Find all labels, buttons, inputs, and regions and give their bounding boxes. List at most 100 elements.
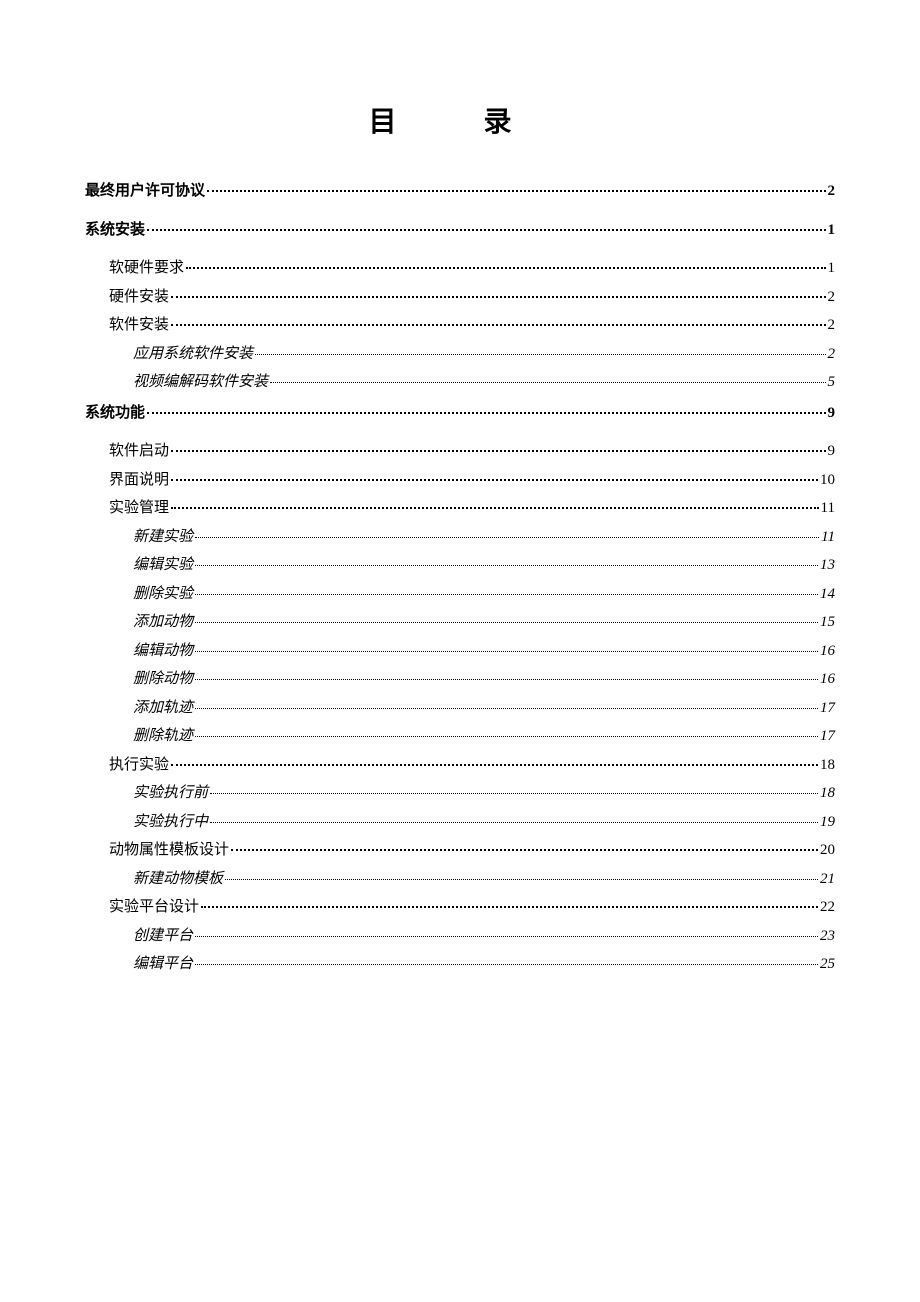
toc-entry: 新建动物模板21 <box>85 868 835 891</box>
toc-leader <box>186 267 825 269</box>
toc-page-number: 5 <box>828 371 836 394</box>
toc-label: 新建实验 <box>133 526 193 549</box>
toc-page-number: 2 <box>828 343 836 366</box>
toc-entry: 最终用户许可协议 2 <box>85 180 835 203</box>
toc-page-number: 18 <box>820 754 835 777</box>
toc-label: 软件启动 <box>109 440 169 463</box>
toc-leader <box>171 296 825 298</box>
toc-entry: 系统功能 9 <box>85 402 835 425</box>
toc-page-number: 2 <box>828 286 836 309</box>
toc-leader <box>210 822 818 823</box>
toc-entry: 添加轨迹 17 <box>85 697 835 720</box>
toc-entry: 视频编解码软件安装 5 <box>85 371 835 394</box>
toc-leader <box>195 964 818 965</box>
toc-leader <box>195 679 818 680</box>
toc-label: 新建动物模板 <box>133 868 223 891</box>
toc-leader <box>201 906 818 908</box>
toc-page-number: 14 <box>820 583 835 606</box>
toc-entry: 软件安装 2 <box>85 314 835 337</box>
toc-entry: 实验执行中 19 <box>85 811 835 834</box>
toc-entry: 实验平台设计22 <box>85 896 835 919</box>
toc-leader <box>195 708 818 709</box>
toc-leader <box>195 651 818 652</box>
toc-leader <box>231 849 818 851</box>
toc-entry: 删除轨迹 17 <box>85 725 835 748</box>
toc-entry: 硬件安装 2 <box>85 286 835 309</box>
toc-entry: 界面说明 10 <box>85 469 835 492</box>
toc-page-number: 25 <box>820 953 835 976</box>
toc-page-number: 20 <box>820 839 835 862</box>
toc-page-number: 19 <box>820 811 835 834</box>
toc-leader <box>147 412 825 414</box>
toc-label: 实验平台设计 <box>109 896 199 919</box>
toc-label: 删除实验 <box>133 583 193 606</box>
toc-page-number: 11 <box>821 497 835 520</box>
toc-page-number: 15 <box>820 611 835 634</box>
toc-label: 软件安装 <box>109 314 169 337</box>
toc-page-number: 11 <box>821 526 835 549</box>
toc-entry: 实验管理 11 <box>85 497 835 520</box>
toc-label: 添加轨迹 <box>133 697 193 720</box>
toc-label: 软硬件要求 <box>109 257 184 280</box>
toc-label: 创建平台 <box>133 925 193 948</box>
toc-page-number: 2 <box>828 180 836 203</box>
toc-leader <box>195 537 819 538</box>
toc-entry: 软件启动 9 <box>85 440 835 463</box>
toc-label: 实验管理 <box>109 497 169 520</box>
toc-label: 视频编解码软件安装 <box>133 371 268 394</box>
toc-label: 删除轨迹 <box>133 725 193 748</box>
toc-entry: 删除实验 14 <box>85 583 835 606</box>
toc-page-number: 16 <box>820 668 835 691</box>
toc-container: 最终用户许可协议 2 系统安装 1 软硬件要求 1 硬件安装 2 软件安装 2 应用系统软件安装 2 视… <box>85 180 835 976</box>
toc-label: 系统安装 <box>85 219 145 242</box>
toc-title: 目 录 <box>85 100 835 140</box>
toc-label: 界面说明 <box>109 469 169 492</box>
toc-page-number: 13 <box>820 554 835 577</box>
toc-label: 执行实验 <box>109 754 169 777</box>
toc-entry: 添加动物 15 <box>85 611 835 634</box>
toc-page-number: 2 <box>828 314 836 337</box>
toc-leader <box>195 594 818 595</box>
toc-entry: 创建平台 23 <box>85 925 835 948</box>
toc-entry: 编辑平台 25 <box>85 953 835 976</box>
toc-label: 系统功能 <box>85 402 145 425</box>
toc-entry: 系统安装 1 <box>85 219 835 242</box>
toc-label: 添加动物 <box>133 611 193 634</box>
toc-label: 应用系统软件安装 <box>133 343 253 366</box>
toc-leader <box>171 764 818 766</box>
toc-entry: 应用系统软件安装 2 <box>85 343 835 366</box>
toc-label: 动物属性模板设计 <box>109 839 229 862</box>
toc-leader <box>195 936 818 937</box>
toc-leader <box>171 479 818 481</box>
toc-leader <box>195 736 818 737</box>
toc-page-number: 9 <box>828 440 836 463</box>
toc-entry: 软硬件要求 1 <box>85 257 835 280</box>
toc-page-number: 9 <box>828 402 836 425</box>
toc-leader <box>195 622 818 623</box>
toc-label: 硬件安装 <box>109 286 169 309</box>
toc-label: 实验执行中 <box>133 811 208 834</box>
toc-leader <box>171 324 825 326</box>
toc-page-number: 1 <box>828 257 836 280</box>
toc-leader <box>210 793 818 794</box>
toc-leader <box>225 879 818 880</box>
toc-page-number: 17 <box>820 725 835 748</box>
toc-label: 编辑动物 <box>133 640 193 663</box>
toc-leader <box>171 450 825 452</box>
toc-page-number: 18 <box>820 782 835 805</box>
toc-label: 最终用户许可协议 <box>85 180 205 203</box>
toc-label: 编辑平台 <box>133 953 193 976</box>
toc-page-number: 17 <box>820 697 835 720</box>
toc-entry: 编辑动物16 <box>85 640 835 663</box>
toc-leader <box>207 190 825 192</box>
toc-entry: 删除动物16 <box>85 668 835 691</box>
toc-label: 实验执行前 <box>133 782 208 805</box>
toc-label: 编辑实验 <box>133 554 193 577</box>
toc-leader <box>270 382 825 383</box>
toc-entry: 实验执行前 18 <box>85 782 835 805</box>
toc-entry: 编辑实验 13 <box>85 554 835 577</box>
toc-page-number: 1 <box>828 219 836 242</box>
toc-page-number: 23 <box>820 925 835 948</box>
toc-leader <box>255 354 825 355</box>
toc-page-number: 10 <box>820 469 835 492</box>
